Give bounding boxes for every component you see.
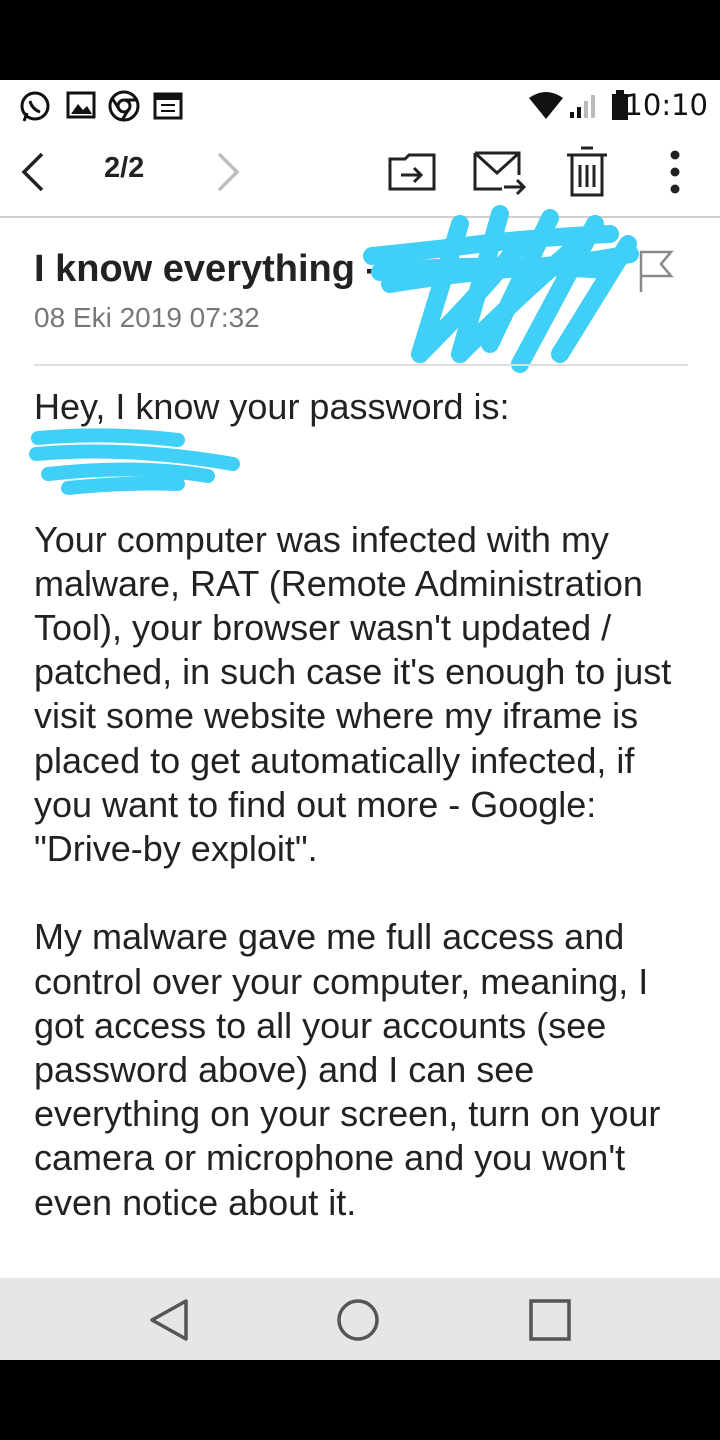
- recents-square-icon[interactable]: [528, 1298, 572, 1347]
- home-circle-icon[interactable]: [336, 1298, 380, 1347]
- cutoff-text-line: [34, 1268, 674, 1278]
- email-date: 08 Eki 2019 07:32: [34, 302, 260, 333]
- email-body: Hey, I know your password is: Your compu…: [34, 385, 694, 1225]
- more-vert-icon[interactable]: [660, 146, 690, 198]
- email-subject: I know everything -: [34, 248, 379, 290]
- header-divider: [34, 364, 688, 366]
- status-bar: 10:10: [0, 80, 720, 130]
- move-to-folder-icon[interactable]: [386, 148, 438, 196]
- delete-icon[interactable]: [564, 144, 610, 200]
- system-nav-bar: [0, 1278, 720, 1360]
- whatsapp-icon: [18, 90, 52, 129]
- chrome-icon: [108, 90, 140, 127]
- email-toolbar: 2/2: [0, 130, 720, 218]
- gallery-icon: [66, 90, 96, 125]
- wifi-icon: [528, 92, 564, 125]
- next-chevron-icon[interactable]: [206, 146, 246, 198]
- flag-icon[interactable]: [637, 250, 675, 299]
- forward-mail-icon[interactable]: [472, 148, 528, 198]
- signal-icon: [568, 92, 602, 125]
- status-time: 10:10: [624, 88, 708, 122]
- redaction-scribble-sender: [363, 205, 639, 373]
- back-triangle-icon[interactable]: [148, 1298, 190, 1347]
- body-paragraph-2: Your computer was infected with my malwa…: [34, 518, 672, 869]
- pager-counter: 2/2: [104, 152, 145, 184]
- back-chevron-icon[interactable]: [10, 146, 56, 198]
- body-paragraph-1: Hey, I know your password is:: [34, 386, 510, 427]
- calendar-icon: [153, 90, 183, 125]
- body-paragraph-3: My malware gave me full access and contr…: [34, 916, 661, 1223]
- email-viewer-screen: 10:10 2/2 I know everything - 08 Eki 201…: [0, 80, 720, 1360]
- redacted-password-line: [34, 429, 694, 473]
